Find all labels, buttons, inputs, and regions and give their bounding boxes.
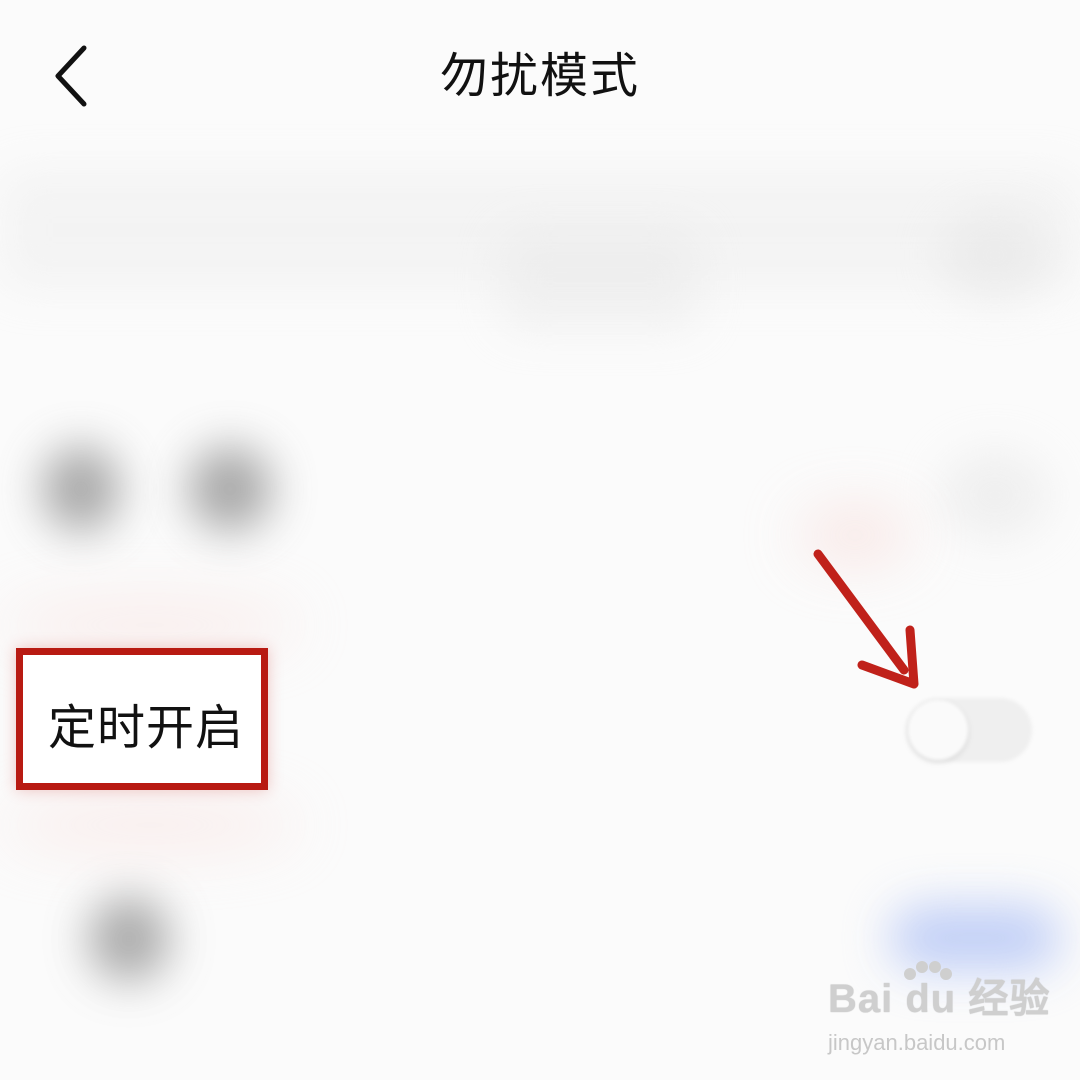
blurred-accent [0,800,300,850]
screen: 勿扰模式 定时开启 Bai du 经验 jingyan.baidu.com [0,0,1080,1080]
blurred-block [940,450,1050,540]
navigation-header: 勿扰模式 [0,0,1080,160]
blurred-accent [0,600,300,650]
blurred-icon [88,896,170,982]
paw-icon [898,958,958,1002]
page-title: 勿扰模式 [439,48,640,104]
watermark-url: jingyan.baidu.com [828,1030,1006,1055]
baidu-watermark: Bai du 经验 jingyan.baidu.com [828,961,1058,1066]
blurred-icon [42,446,120,532]
blurred-block [940,210,1050,300]
schedule-toggle[interactable] [906,698,1032,762]
schedule-label: 定时开启 [48,700,245,756]
annotation-arrow [800,540,940,700]
toggle-knob [908,700,968,760]
blurred-block [500,230,700,330]
blurred-icon [188,446,272,532]
